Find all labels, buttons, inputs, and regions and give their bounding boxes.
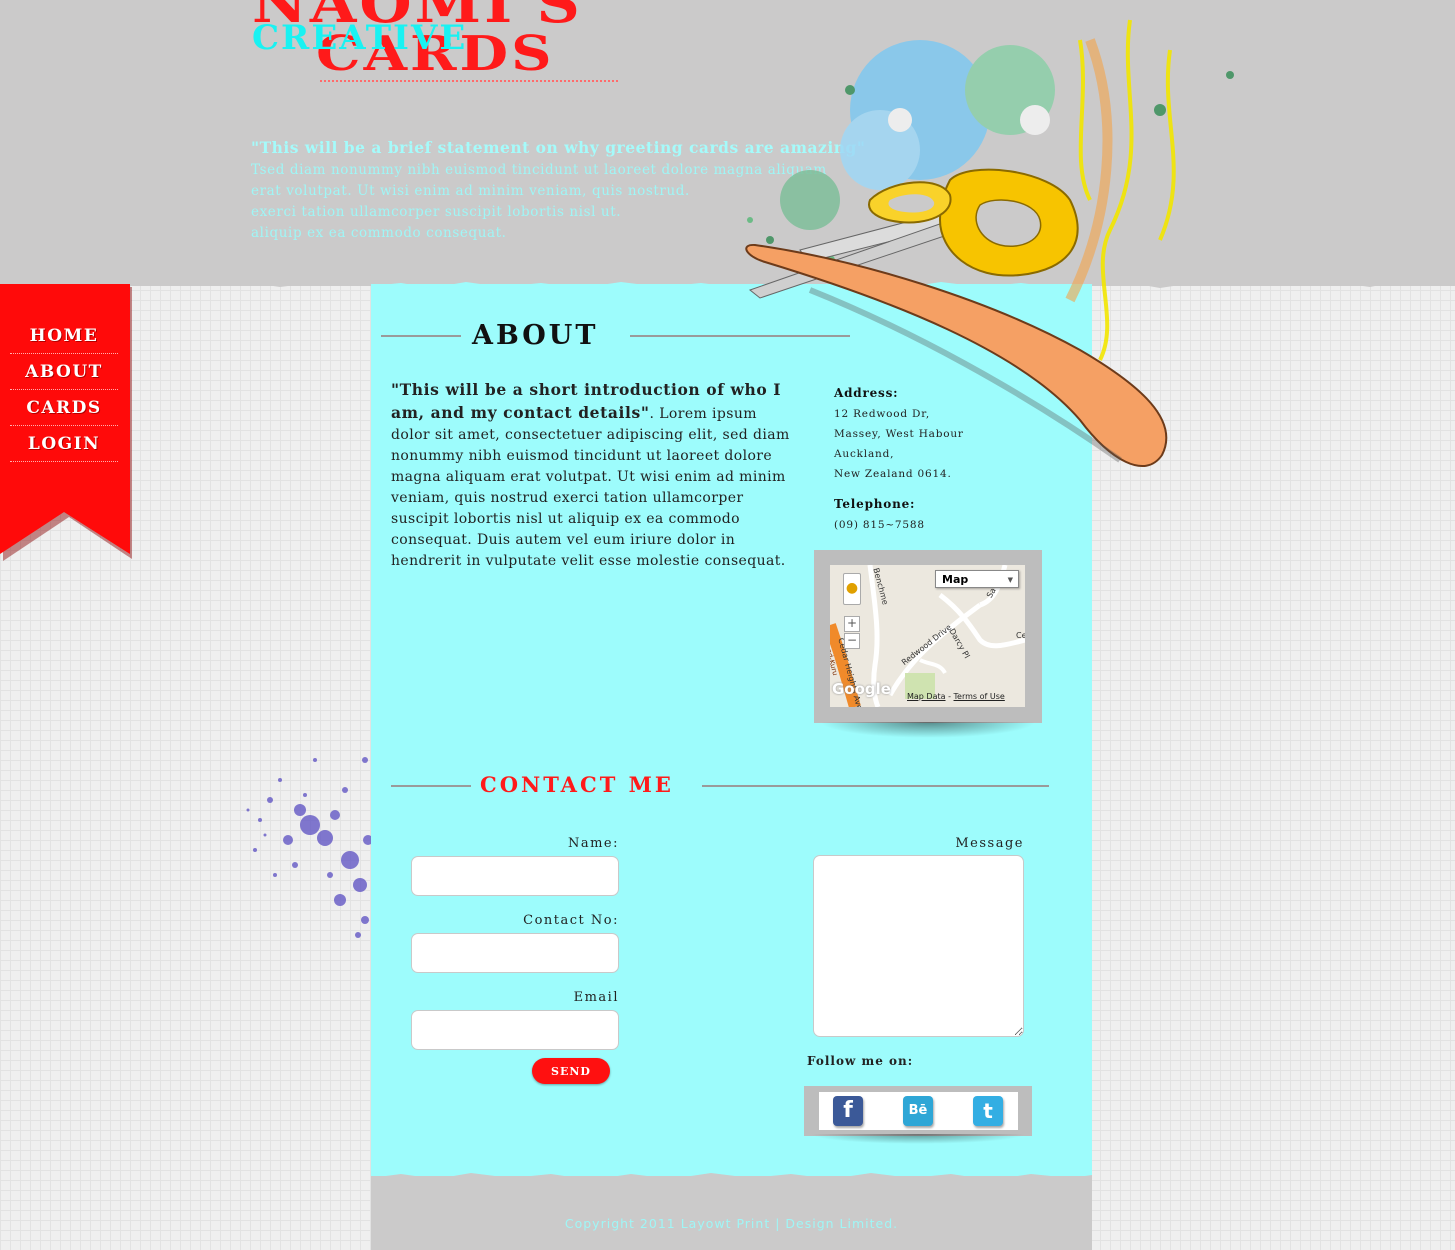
map-attribution-separator: -	[945, 692, 954, 701]
send-button[interactable]: SEND	[532, 1058, 610, 1084]
footer-band	[371, 1176, 1092, 1250]
footer-torn-edge	[371, 1173, 1092, 1186]
about-heading: ABOUT	[472, 320, 599, 351]
follow-label: Follow me on:	[807, 1054, 914, 1068]
about-paragraph: "This will be a short introduction of wh…	[391, 379, 795, 572]
map-shadow	[820, 722, 1036, 738]
address-line: 12 Redwood Dr,	[834, 408, 931, 420]
ink-splatter	[246, 757, 373, 938]
email-field[interactable]	[411, 1010, 619, 1050]
contact-rule-left	[391, 785, 471, 787]
message-label: Message	[955, 836, 1024, 851]
address-line: Auckland,	[834, 448, 895, 460]
nav-cards[interactable]: CARDS	[10, 391, 118, 426]
pegman-icon[interactable]: ●	[843, 573, 861, 605]
telephone-label: Telephone:	[834, 497, 916, 511]
contact-heading: CONTACT ME	[480, 772, 674, 797]
contact-number-label: Contact No:	[523, 913, 619, 928]
about-body: . Lorem ipsum dolor sit amet, consectetu…	[391, 406, 790, 569]
logo-creative: CREATIVE	[252, 18, 468, 58]
name-field[interactable]	[411, 856, 619, 896]
side-nav-ribbon: HOME ABOUT CARDS LOGIN	[0, 284, 132, 564]
zoom-in-button[interactable]: +	[844, 616, 860, 632]
behance-icon[interactable]: Bē	[903, 1096, 933, 1126]
contact-number-field[interactable]	[411, 933, 619, 973]
social-shadow	[810, 1134, 1026, 1144]
address-label: Address:	[834, 386, 899, 400]
chevron-down-icon: ▼	[1007, 576, 1013, 584]
zoom-out-button[interactable]: −	[844, 633, 860, 649]
terms-of-use-link[interactable]: Terms of Use	[954, 692, 1005, 701]
footer-copyright: Copyright 2011 Layowt Print | Design Lim…	[564, 1216, 899, 1231]
message-field[interactable]	[813, 855, 1024, 1037]
nav-about[interactable]: ABOUT	[10, 355, 118, 390]
twitter-icon[interactable]: t	[973, 1096, 1003, 1126]
telephone-number: (09) 815~7588	[834, 519, 925, 531]
map-attribution: Map Data - Terms of Use	[907, 692, 1005, 701]
nav-login[interactable]: LOGIN	[10, 427, 118, 462]
map-widget[interactable]: Cedar Heights Ave Redwood Drive Darcy Pl…	[830, 565, 1025, 707]
nav-home[interactable]: HOME	[10, 319, 118, 354]
map-type-label: Map	[942, 573, 969, 586]
logo-underline	[320, 80, 618, 82]
map-type-select[interactable]: Map ▼	[935, 570, 1019, 588]
map-data-link[interactable]: Map Data	[907, 692, 946, 701]
email-label: Email	[573, 990, 619, 1005]
contact-rule-right	[702, 785, 1049, 787]
address-line: Massey, West Habour	[834, 428, 964, 440]
address-line: New Zealand 0614.	[834, 468, 952, 480]
about-rule-right	[630, 335, 850, 337]
about-rule-left	[381, 335, 461, 337]
facebook-icon[interactable]: f	[833, 1096, 863, 1126]
map-street-label: Ce	[1016, 631, 1025, 640]
google-logo: Google	[832, 680, 891, 698]
name-label: Name:	[567, 836, 619, 851]
